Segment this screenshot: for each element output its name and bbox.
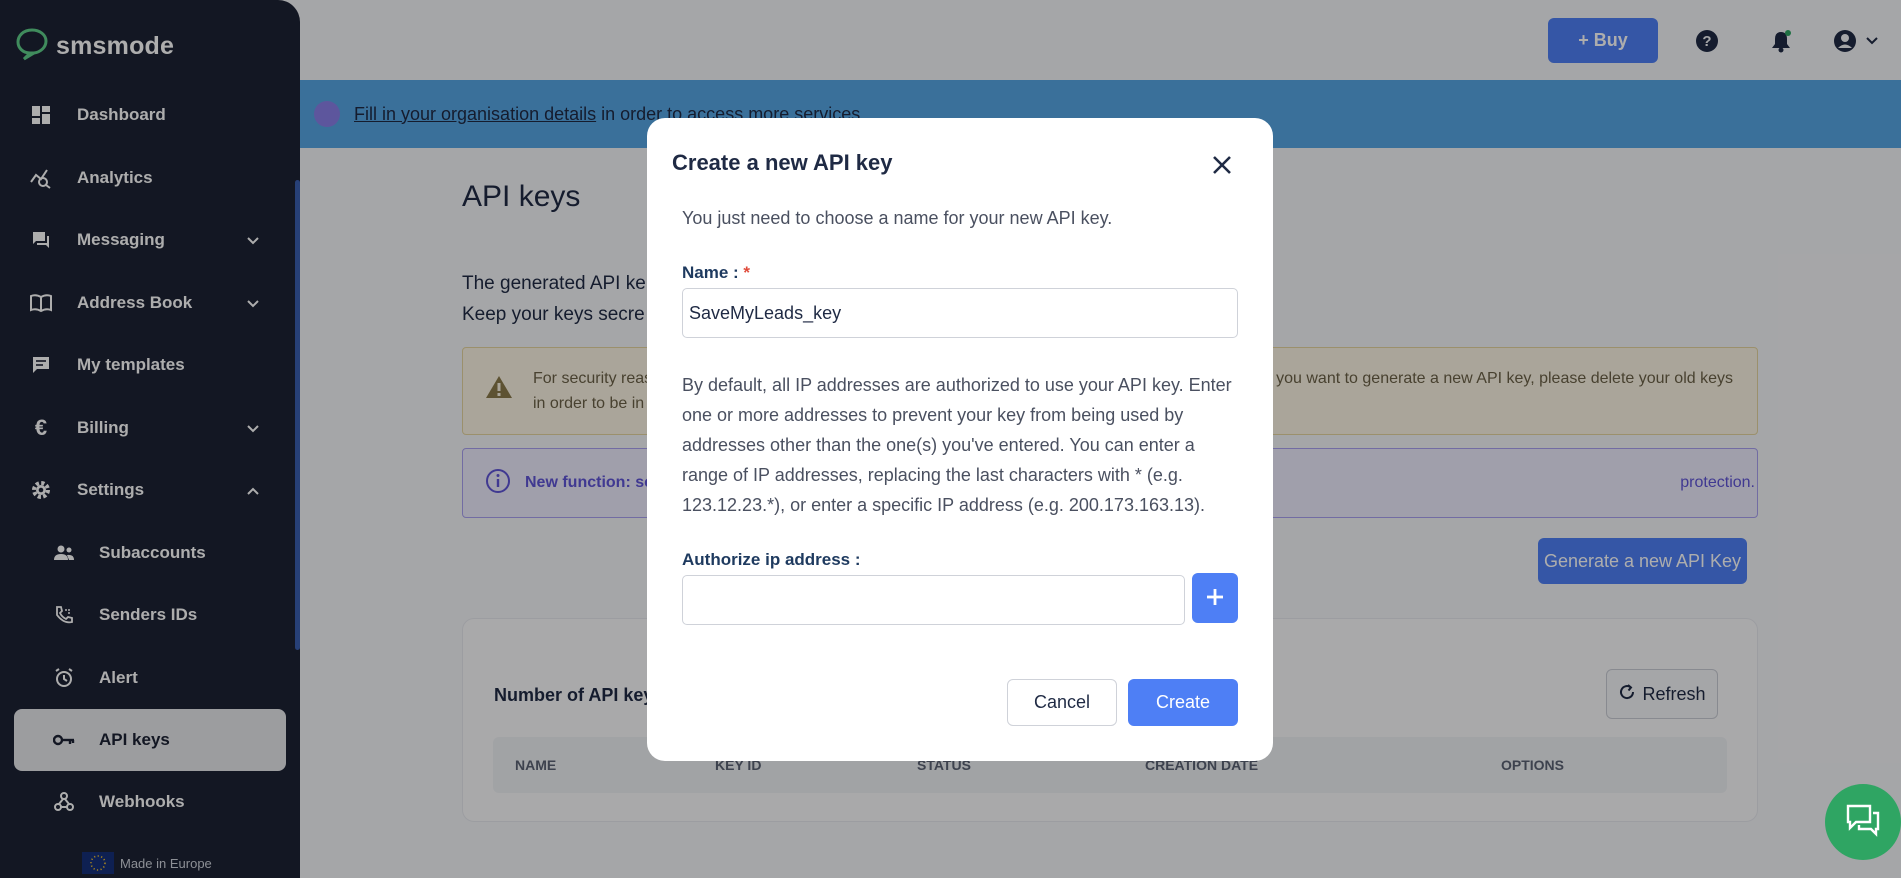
plus-icon	[1205, 587, 1225, 610]
add-ip-button[interactable]	[1192, 573, 1238, 623]
create-api-key-modal: Create a new API key You just need to ch…	[647, 118, 1273, 761]
required-mark: *	[743, 263, 751, 282]
name-field-label: Name : *	[682, 263, 750, 283]
ip-address-input[interactable]	[682, 575, 1185, 625]
ip-field-label: Authorize ip address :	[682, 550, 861, 569]
chat-icon	[1845, 803, 1881, 842]
name-label-text: Name :	[682, 263, 739, 282]
ip-info-paragraph: By default, all IP addresses are authori…	[682, 375, 1232, 515]
create-button[interactable]: Create	[1128, 679, 1238, 726]
modal-subtitle: You just need to choose a name for your …	[682, 208, 1113, 228]
close-icon[interactable]	[1207, 150, 1237, 180]
cancel-button[interactable]: Cancel	[1007, 679, 1117, 726]
modal-title: Create a new API key	[672, 150, 893, 175]
api-key-name-input[interactable]	[682, 288, 1238, 338]
chat-widget-button[interactable]	[1825, 784, 1901, 860]
